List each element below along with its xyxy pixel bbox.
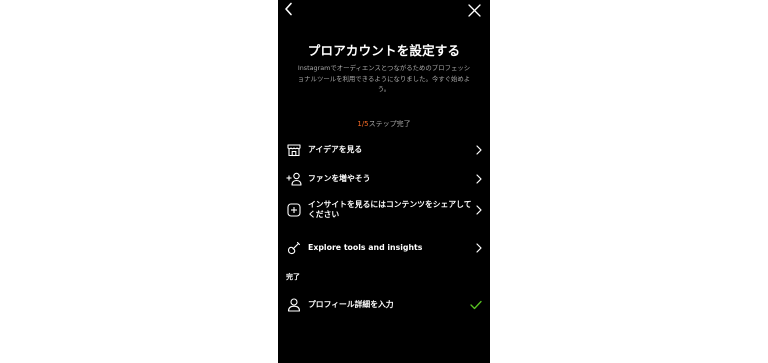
plus-square-icon	[286, 202, 302, 218]
chevron-right-icon	[474, 242, 482, 254]
chevron-right-icon	[474, 204, 482, 216]
guitar-icon	[286, 240, 302, 256]
completed-section-title: 完了	[286, 273, 300, 281]
chevron-right-icon	[474, 144, 482, 156]
todo-item-share-content[interactable]: インサイトを見るにはコンテンツをシェアしてください	[286, 200, 482, 220]
setup-screen: プロアカウントを設定する Instagramでオーディエンスとつながるためのプロ…	[278, 0, 490, 363]
todo-item-ideas[interactable]: アイデアを見る	[286, 142, 482, 158]
page-title: プロアカウントを設定する	[307, 43, 461, 58]
todo-item-explore-tools[interactable]: Explore tools and insights	[286, 240, 482, 256]
completed-item-label: プロフィール詳細を入力	[308, 300, 394, 309]
progress-count: 1/5	[357, 120, 369, 128]
progress-suffix: ステップ完了	[368, 120, 411, 128]
todo-item-grow-fans[interactable]: ファンを増やそう	[286, 171, 482, 187]
checkmark-icon	[470, 299, 482, 311]
chevron-right-icon	[474, 173, 482, 185]
storefront-icon	[286, 142, 302, 158]
add-person-icon	[286, 171, 302, 187]
back-button[interactable]	[281, 1, 297, 17]
todo-item-label: ファンを増やそう	[308, 174, 371, 183]
todo-item-label: Explore tools and insights	[308, 243, 423, 252]
close-button[interactable]	[466, 2, 482, 18]
close-icon	[467, 3, 481, 17]
progress-indicator: 1/5ステップ完了	[278, 119, 490, 129]
completed-item-profile-details[interactable]: プロフィール詳細を入力	[286, 297, 482, 313]
todo-item-label: インサイトを見るにはコンテンツをシェアしてください	[308, 200, 472, 219]
todo-item-label: アイデアを見る	[308, 145, 363, 154]
page-description: Instagramでオーディエンスとつながるためのプロフェッショナルツールを利用…	[297, 64, 471, 93]
person-icon	[286, 297, 302, 313]
chevron-left-icon	[285, 2, 292, 16]
